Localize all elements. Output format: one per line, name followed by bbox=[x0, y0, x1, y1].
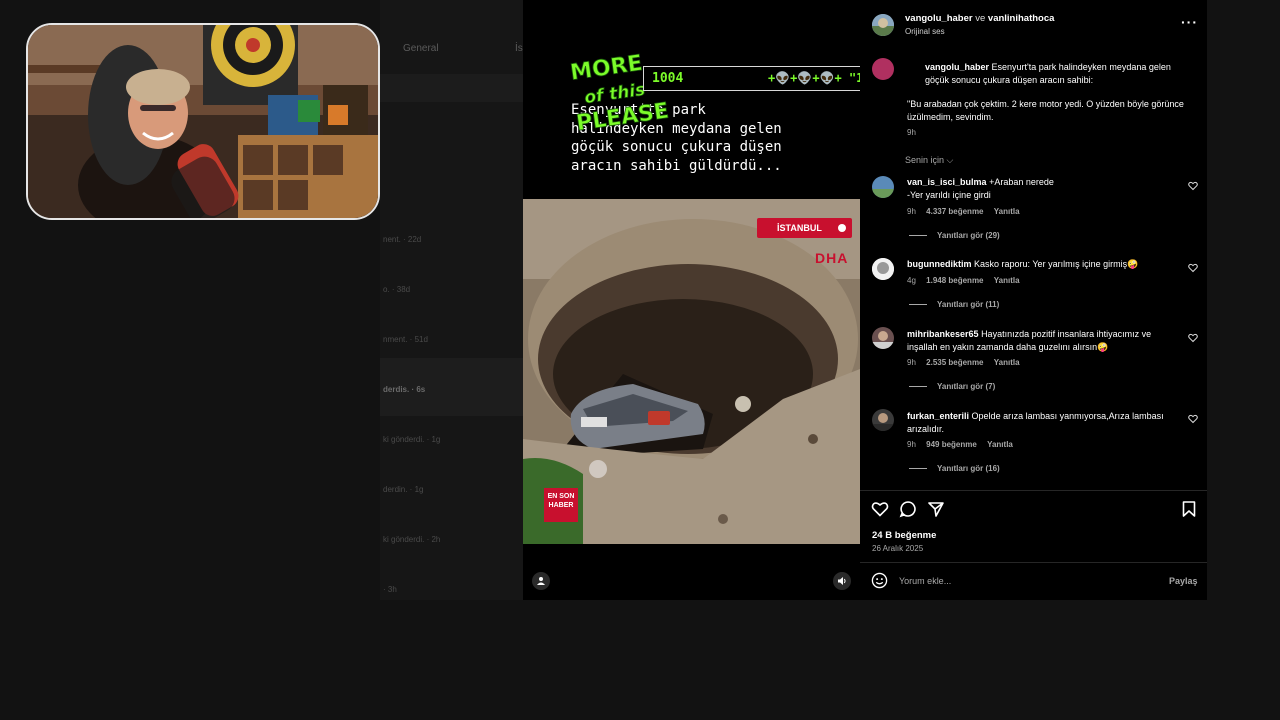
caption-avatar[interactable] bbox=[872, 58, 894, 80]
view-replies-label: Yanıtları gör (29) bbox=[937, 231, 1000, 240]
post-comment-button[interactable]: Paylaş bbox=[1169, 576, 1198, 586]
user-tag-icon[interactable] bbox=[532, 572, 550, 590]
live-dot-icon bbox=[838, 224, 846, 232]
comment-username[interactable]: furkan_enterili bbox=[907, 411, 969, 421]
comment-like-icon[interactable] bbox=[1188, 181, 1198, 191]
divider bbox=[860, 562, 1207, 563]
screen: General İs nent. · 22d o. · 38d nment. ·… bbox=[0, 0, 1280, 720]
and-word: ve bbox=[975, 13, 986, 24]
comment-likes[interactable]: 949 beğenme bbox=[926, 440, 977, 449]
audio-label[interactable]: Orijinal ses bbox=[905, 27, 945, 36]
view-replies-button[interactable]: Yanıtları gör (16) bbox=[909, 464, 1000, 473]
comment-time: 9h bbox=[907, 440, 916, 449]
view-replies-label: Yanıtları gör (11) bbox=[937, 300, 1000, 309]
bg-list-item: derdis. · 6s bbox=[383, 385, 426, 394]
city-badge: İSTANBUL bbox=[757, 218, 852, 238]
bg-search-bar bbox=[380, 74, 525, 102]
comment-time: 4g bbox=[907, 276, 916, 285]
more-options-icon[interactable]: ··· bbox=[1181, 14, 1198, 30]
bg-list-item: nment. · 51d bbox=[383, 335, 428, 344]
bg-list-item: · 3h bbox=[383, 585, 397, 594]
comment-avatar[interactable] bbox=[872, 176, 894, 198]
reply-button[interactable]: Yanıtla bbox=[994, 276, 1020, 285]
post-caption: vangolu_haber Esenyurt'ta park halindeyk… bbox=[925, 61, 1175, 86]
comment-meta: 9h 4.337 beğenme Yanıtla bbox=[907, 207, 1028, 216]
comment-text: mihribankeser65 Hayatınızda pozitif insa… bbox=[907, 328, 1177, 353]
bg-list-item: ki gönderdi. · 1g bbox=[383, 435, 441, 444]
comment-like-icon[interactable] bbox=[1188, 414, 1198, 424]
comment-time: 9h bbox=[907, 207, 916, 216]
comment-avatar[interactable] bbox=[872, 327, 894, 349]
for-you-sort-dropdown[interactable]: Senin için ⌵ bbox=[905, 155, 953, 166]
city-badge-label: İSTANBUL bbox=[777, 223, 822, 233]
view-replies-label: Yanıtları gör (16) bbox=[937, 464, 1000, 473]
bookmark-icon[interactable] bbox=[1180, 500, 1198, 518]
comment-time: 9h bbox=[907, 358, 916, 367]
source-badge: EN SON HABER bbox=[544, 488, 578, 522]
view-replies-button[interactable]: Yanıtları gör (29) bbox=[909, 231, 1000, 240]
comment-likes[interactable]: 1.948 beğenme bbox=[926, 276, 983, 285]
view-replies-button[interactable]: Yanıtları gör (7) bbox=[909, 382, 995, 391]
comment-avatar[interactable] bbox=[872, 258, 894, 280]
bg-list-item: derdin. · 1g bbox=[383, 485, 424, 494]
author-link-2[interactable]: vanlinihathoca bbox=[988, 13, 1055, 24]
divider bbox=[860, 490, 1207, 491]
comment-username[interactable]: mihribankeser65 bbox=[907, 329, 979, 339]
comment-text: van_is_isci_bulma +Araban nerede -Yer ya… bbox=[907, 176, 1177, 201]
comment-meta: 4g 1.948 beğenme Yanıtla bbox=[907, 276, 1028, 285]
comment-input[interactable]: Yorum ekle... bbox=[899, 576, 951, 586]
comment-username[interactable]: van_is_isci_bulma bbox=[907, 177, 987, 187]
comment-meta: 9h 949 beğenme Yanıtla bbox=[907, 440, 1021, 449]
comment-likes[interactable]: 4.337 beğenme bbox=[926, 207, 983, 216]
comment-text: bugunnediktim Kasko raporu: Yer yarılmış… bbox=[907, 258, 1177, 271]
comment-likes[interactable]: 2.535 beğenme bbox=[926, 358, 983, 367]
comment-text: furkan_enterili Opelde arıza lambası yan… bbox=[907, 410, 1177, 435]
webcam-feed bbox=[26, 23, 380, 220]
bg-tab-second: İs bbox=[515, 43, 523, 54]
comment-meta: 9h 2.535 beğenme Yanıtla bbox=[907, 358, 1028, 367]
comment-body: Kasko raporu: Yer yarılmış içine girmiş🤪 bbox=[974, 259, 1139, 269]
reply-button[interactable]: Yanıtla bbox=[987, 440, 1013, 449]
bg-list-item: o. · 38d bbox=[383, 285, 411, 294]
author-link-1[interactable]: vangolu_haber bbox=[905, 13, 973, 24]
post-date: 26 Aralık 2025 bbox=[872, 544, 924, 553]
caption-time: 9h bbox=[907, 128, 916, 137]
caption-username[interactable]: vangolu_haber bbox=[925, 62, 989, 72]
emoji-icon[interactable] bbox=[871, 572, 888, 589]
comment-like-icon[interactable] bbox=[1188, 333, 1198, 343]
post-likes-count[interactable]: 24 B beğenme bbox=[872, 530, 936, 541]
comment-icon[interactable] bbox=[899, 500, 917, 518]
view-replies-label: Yanıtları gör (7) bbox=[937, 382, 996, 391]
comment-avatar[interactable] bbox=[872, 409, 894, 431]
caption-quote: "Bu arabadan çok çektim. 2 kere motor ye… bbox=[907, 99, 1184, 122]
agency-logo: DHA bbox=[815, 250, 849, 266]
view-replies-button[interactable]: Yanıtları gör (11) bbox=[909, 300, 999, 309]
author-avatar[interactable] bbox=[872, 14, 894, 36]
share-icon[interactable] bbox=[927, 500, 945, 518]
comment-like-icon[interactable] bbox=[1188, 263, 1198, 273]
bg-list-item: ki gönderdi. · 2h bbox=[383, 535, 441, 544]
comment-username[interactable]: bugunnediktim bbox=[907, 259, 972, 269]
reply-button[interactable]: Yanıtla bbox=[994, 207, 1020, 216]
volume-icon[interactable] bbox=[833, 572, 851, 590]
post-authors: vangolu_haber ve vanlinihathoca bbox=[905, 13, 1054, 24]
bg-list-item: nent. · 22d bbox=[383, 235, 422, 244]
like-icon[interactable] bbox=[871, 500, 889, 518]
reply-button[interactable]: Yanıtla bbox=[994, 358, 1020, 367]
bg-tab-general: General bbox=[403, 43, 439, 54]
donation-counter: 1004 bbox=[652, 71, 684, 86]
